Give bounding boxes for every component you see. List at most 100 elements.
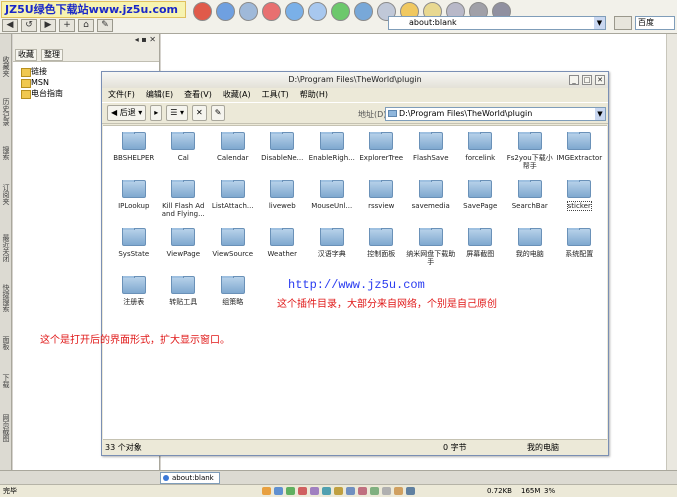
- vtab-history[interactable]: 历史记录: [1, 98, 11, 126]
- folder-item[interactable]: ViewPage: [159, 228, 209, 276]
- menu-help[interactable]: 帮助(H): [300, 88, 328, 102]
- folder-item[interactable]: 系统配置: [555, 228, 605, 276]
- folder-item[interactable]: Fs2you下载小帮手: [505, 132, 555, 180]
- search-engine-select[interactable]: 百度: [635, 16, 675, 30]
- folder-item[interactable]: 汉语字典: [307, 228, 357, 276]
- minimize-icon[interactable]: _: [569, 75, 579, 85]
- folder-item[interactable]: ListAttach...: [208, 180, 258, 228]
- block-icon[interactable]: [262, 2, 281, 21]
- stop-icon[interactable]: [193, 2, 212, 21]
- folder-item[interactable]: SysState: [109, 228, 159, 276]
- maximize-icon[interactable]: □: [582, 75, 592, 85]
- status-icon[interactable]: [370, 487, 379, 495]
- home-icon[interactable]: ⌂: [78, 19, 94, 32]
- status-icon[interactable]: [334, 487, 343, 495]
- folder-item[interactable]: DisableNe...: [258, 132, 308, 180]
- folder-item[interactable]: EnableRigh...: [307, 132, 357, 180]
- tools-icon[interactable]: ✎: [97, 19, 113, 32]
- vtab-screenshot[interactable]: 网页截图: [1, 414, 11, 442]
- address-bar[interactable]: about:blank ▼: [388, 16, 606, 30]
- vtab-recent-closed[interactable]: 最近关闭: [1, 234, 11, 262]
- back-button[interactable]: ◀ 后退 ▾: [107, 105, 147, 121]
- folder-item[interactable]: Weather: [258, 228, 308, 276]
- folder-item[interactable]: 我的电脑: [505, 228, 555, 276]
- status-icon[interactable]: [346, 487, 355, 495]
- folder-label: 我的电脑: [515, 250, 544, 258]
- vtab-download[interactable]: 下载: [1, 374, 11, 388]
- folder-item[interactable]: MouseUnl...: [307, 180, 357, 228]
- status-icon[interactable]: [274, 487, 283, 495]
- back-label: 后退: [119, 108, 136, 117]
- folder-item[interactable]: 转贴工具: [159, 276, 209, 324]
- folder-item[interactable]: Cal: [159, 132, 209, 180]
- vtab-search[interactable]: 搜索: [1, 146, 11, 160]
- folder-icon: [121, 180, 146, 198]
- status-icon[interactable]: [310, 487, 319, 495]
- globe-icon[interactable]: [354, 2, 373, 21]
- settings-icon[interactable]: [285, 2, 304, 21]
- folder-item[interactable]: forcelink: [456, 132, 506, 180]
- capture-icon[interactable]: [308, 2, 327, 21]
- tab-about-blank[interactable]: about:blank: [160, 472, 220, 484]
- pin-close-icon[interactable]: ◂ ▪ ✕: [135, 35, 156, 44]
- explorer-address-bar[interactable]: D:\Program Files\TheWorld\plugin ▼: [385, 107, 606, 121]
- close-icon[interactable]: ✕: [595, 75, 605, 85]
- tab-organize[interactable]: 整理: [41, 48, 63, 61]
- folder-item[interactable]: ViewSource: [208, 228, 258, 276]
- tab-favorites[interactable]: 收藏: [15, 48, 37, 61]
- menu-tools[interactable]: 工具(T): [262, 88, 289, 102]
- chevron-down-icon[interactable]: ▼: [595, 108, 605, 120]
- status-icon[interactable]: [322, 487, 331, 495]
- folder-item[interactable]: IPLookup: [109, 180, 159, 228]
- vertical-scrollbar[interactable]: [666, 34, 677, 470]
- go-button[interactable]: [614, 16, 632, 30]
- status-icon[interactable]: [358, 487, 367, 495]
- edit-button[interactable]: ✎: [210, 105, 226, 121]
- folder-item[interactable]: 纳米网盘下载助手: [406, 228, 456, 276]
- folder-item[interactable]: rssview: [357, 180, 407, 228]
- folder-item[interactable]: Kill Flash Ad and Flying...: [159, 180, 209, 228]
- folder-icon: [220, 276, 245, 294]
- folder-item[interactable]: Calendar: [208, 132, 258, 180]
- object-count: 33 个对象: [105, 443, 142, 452]
- vtab-panel[interactable]: 面板: [1, 336, 11, 350]
- folder-item[interactable]: FlashSave: [406, 132, 456, 180]
- folder-item[interactable]: SavePage: [456, 180, 506, 228]
- folder-item[interactable]: 注册表: [109, 276, 159, 324]
- menu-favorites[interactable]: 收藏(A): [223, 88, 251, 102]
- folder-item[interactable]: BBSHELPER: [109, 132, 159, 180]
- views-button[interactable]: ☰ ▾: [166, 105, 189, 121]
- forward-button[interactable]: ▸: [150, 105, 163, 121]
- back-icon[interactable]: ◀: [2, 19, 18, 32]
- status-icon[interactable]: [262, 487, 271, 495]
- folder-item[interactable]: ExplorerTree: [357, 132, 407, 180]
- folder-item[interactable]: SearchBar: [505, 180, 555, 228]
- folder-item[interactable]: 组策略: [208, 276, 258, 324]
- search-plugin-icon[interactable]: [239, 2, 258, 21]
- refresh-plugin-icon[interactable]: [216, 2, 235, 21]
- delete-button[interactable]: ✕: [192, 105, 207, 121]
- vtab-feeds[interactable]: 订阅夹: [1, 184, 11, 205]
- window-title-bar[interactable]: D:\Program Files\TheWorld\plugin _ □ ✕: [102, 72, 608, 88]
- folder-item[interactable]: IMGExtractor: [555, 132, 605, 180]
- status-icon[interactable]: [382, 487, 391, 495]
- folder-item[interactable]: 控制面板: [357, 228, 407, 276]
- vtab-quick-search[interactable]: 快捷搜索: [1, 284, 11, 312]
- status-icon[interactable]: [286, 487, 295, 495]
- status-icon[interactable]: [406, 487, 415, 495]
- folder-item[interactable]: liveweb: [258, 180, 308, 228]
- status-icon[interactable]: [394, 487, 403, 495]
- folder-item[interactable]: sticker: [555, 180, 605, 228]
- refresh-icon[interactable]: ↺: [21, 19, 37, 32]
- status-icon[interactable]: [298, 487, 307, 495]
- vtab-favorites[interactable]: 收藏夹: [1, 56, 11, 77]
- chevron-down-icon[interactable]: ▼: [594, 17, 605, 29]
- menu-file[interactable]: 文件(F): [108, 88, 135, 102]
- forward-icon[interactable]: ▶: [40, 19, 56, 32]
- menu-view[interactable]: 查看(V): [184, 88, 212, 102]
- folder-item[interactable]: savemedia: [406, 180, 456, 228]
- green-plugin-icon[interactable]: [331, 2, 350, 21]
- menu-edit[interactable]: 编辑(E): [146, 88, 173, 102]
- new-tab-icon[interactable]: +: [59, 19, 75, 32]
- folder-item[interactable]: 屏幕截图: [456, 228, 506, 276]
